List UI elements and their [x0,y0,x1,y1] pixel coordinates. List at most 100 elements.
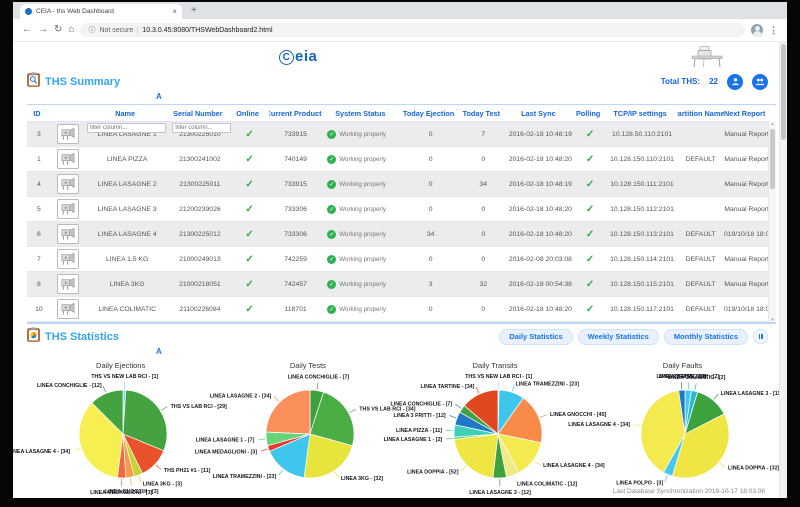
cell-id: 4 [27,181,51,188]
monthly-statistics-button[interactable]: Monthly Statistics [664,329,748,345]
label-leader-line [688,382,689,389]
cell-today-ejection: 0 [402,156,458,163]
sort-caret-icon: ˆ [387,110,389,116]
cell-name: LINEA PIZZA [85,156,170,163]
cell-system-status: ✓Working properly [322,255,402,264]
browser-tab[interactable]: CEIA - ths Web Dashboard × [20,4,182,19]
reload-icon[interactable]: ↻ [54,25,62,35]
filter-serial-input[interactable] [172,123,230,133]
status-ok-icon: ✓ [327,280,336,289]
pie-label: LINEA LASAGNE 1 - [2] [383,437,442,443]
table-scrollbar-thumb[interactable] [770,129,775,189]
pause-refresh-button[interactable] [753,329,768,344]
cell-current-product: 733306 [269,231,322,238]
table-row[interactable]: 7LINEA 1,5 KG21000249013✓742259✓Working … [27,247,769,272]
pie-label: THS PH21 #1 - [11] [164,468,211,474]
table-row[interactable]: 10LINEA COLIMATIC21100226084✓118701✓Work… [27,297,769,322]
cell-partition: DEFAULT [677,231,724,238]
page-scrollbar-thumb[interactable] [781,44,786,140]
pie-label: LINEA DOPPIA - [32] [728,466,780,472]
table-row[interactable]: 1LINEA PIZZA21300241002✓740149✓Working p… [27,147,769,172]
cell-tcpip: 10.128.150.110:2101 [607,156,677,163]
pie-slice[interactable] [454,434,498,478]
chart-title: Daily Ejections [27,361,214,372]
column-header-current-product[interactable]: Current Productˆ [269,109,322,118]
column-header-today-ejection[interactable]: Today Ejectionˆ [402,109,458,118]
column-header-online[interactable]: Onlineˆ [230,109,269,118]
cell-system-status: ✓Working properly [322,130,402,139]
cell-next-report: 2019/10/18 18:00 [724,231,769,238]
forward-icon[interactable]: → [38,25,48,35]
pie-label: LINEA LASAGNE 4 - [34] [13,449,70,455]
polling-check-icon: ✓ [573,229,607,240]
status-ok-icon: ✓ [327,255,336,264]
machine-row-icon [51,274,85,294]
pie-label: LINEA DOPPIA - [52] [407,469,459,475]
cell-next-report: Manual Report [724,156,769,163]
table-row[interactable]: 6LINEA LASAGNE 421300225012✓733306✓Worki… [27,222,769,247]
summary-table-head: IDˆ NameˆSerial NumberˆOnlineˆCurrent Pro… [27,105,776,122]
table-row[interactable]: 5LINEA LASAGNE 321200239026✓733306✓Worki… [27,197,769,222]
column-header-next-report[interactable]: Next Reportˆ [724,109,769,118]
machine-row-icon [51,124,85,144]
table-scrollbar[interactable]: ▲ ▼ [768,121,776,322]
table-row[interactable]: 8LINEA 3KG21000218051✓742457✓Working pro… [27,272,769,297]
label-leader-line [335,472,339,478]
tab-strip: CEIA - ths Web Dashboard × + [13,2,787,19]
column-header-today-test[interactable]: Today Testˆ [459,109,508,118]
group-users-button[interactable] [752,74,768,90]
summary-table-body: 3LINEA LASAGNE 121300225010✓733915✓Worki… [27,122,776,322]
filter-name-input[interactable] [87,123,166,133]
pie-label: LINEA LASAGNE 3 - [11] [721,391,783,397]
column-header-last-sync[interactable]: Last Syncˆ [508,109,573,118]
back-icon[interactable]: ← [22,25,32,35]
label-leader-line [449,415,456,418]
new-tab-button[interactable]: + [191,6,197,16]
column-header-system-status[interactable]: System Statusˆ [322,109,402,118]
column-header-tcp-ip-settings[interactable]: TCP/IP settingsˆ [607,109,677,118]
cell-today-test: 0 [459,306,508,313]
browser-window: CEIA - ths Web Dashboard × + ← → ↻ ⌂ ⓘ N… [13,2,787,498]
address-bar[interactable]: ⓘ Not secure 10.3.0.45:8080/THSWebDashbo… [80,23,745,37]
cell-today-test: 7 [459,131,508,138]
label-leader-line [664,475,667,482]
machine-thumbnail-image [57,174,79,194]
cell-next-report: Manual Report [724,256,769,263]
address-divider [137,26,138,34]
online-check-icon: ✓ [230,229,269,240]
label-leader-line [103,386,106,392]
summary-anchor-link[interactable]: A [156,92,776,103]
statistics-anchor-link[interactable]: A [156,347,776,358]
pie-label: LINEA LASAGNE 2 - [34] [210,394,272,400]
table-row[interactable]: 4LINEA LASAGNE 221300225011✓733915✓Worki… [27,172,769,197]
charts-row: Daily Ejections THS VS NEW LAB RCI - [1]… [27,361,776,498]
cell-serial: 21300225012 [169,231,230,238]
cell-today-ejection: 0 [402,131,458,138]
status-ok-icon: ✓ [327,205,336,214]
weekly-statistics-button[interactable]: Weekly Statistics [578,329,659,345]
status-ok-icon: ✓ [327,305,336,314]
profile-icon[interactable] [751,24,763,36]
export-user-button[interactable] [727,74,743,90]
daily-statistics-button[interactable]: Daily Statistics [499,329,572,345]
pie-slice[interactable] [266,390,310,434]
column-header-serial-number[interactable]: Serial Numberˆ [169,109,230,118]
home-icon[interactable]: ⌂ [68,25,74,35]
column-header-partition-name[interactable]: Partition Nameˆ [677,109,724,118]
sort-caret-icon: ˆ [602,110,604,116]
pie-label: THS VS NEW LAB RCI - [1] [465,374,532,380]
machine-row-icon [51,174,85,194]
cell-partition: DEFAULT [677,256,724,263]
column-header-polling[interactable]: Pollingˆ [573,109,607,118]
browser-menu-icon[interactable]: ⋮ [769,25,778,36]
scroll-up-icon[interactable]: ▲ [769,121,776,126]
label-leader-line [476,387,479,393]
cell-id: 1 [27,156,51,163]
column-header-id[interactable]: IDˆ [27,109,51,118]
page-scrollbar[interactable] [779,42,787,498]
scroll-down-icon[interactable]: ▼ [769,317,776,322]
cell-current-product: 742259 [269,256,322,263]
column-header-name[interactable]: Nameˆ [85,109,170,118]
cell-name: LINEA LASAGNE 2 [85,181,170,188]
tab-close-icon[interactable]: × [172,8,177,16]
